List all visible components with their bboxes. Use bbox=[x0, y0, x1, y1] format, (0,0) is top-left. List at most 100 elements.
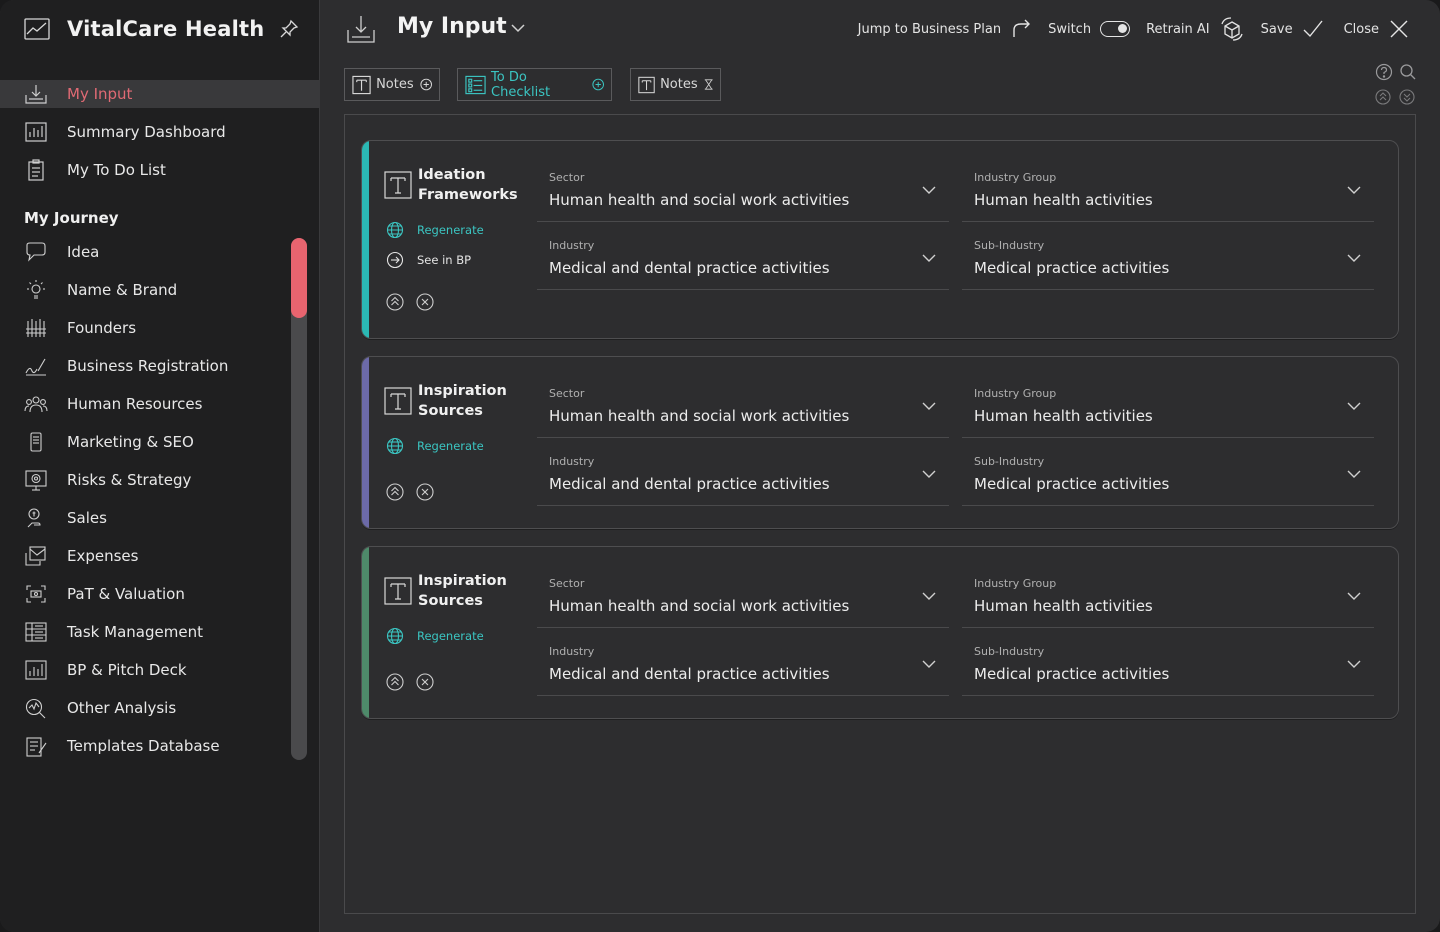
brand: VitalCare Health bbox=[24, 14, 304, 44]
sub-industry-select[interactable]: Sub-Industry Medical practice activities bbox=[962, 444, 1374, 506]
tab-to-do-checklist[interactable]: To Do Checklist bbox=[457, 68, 612, 101]
sidebar-item-my-to-do-list[interactable]: My To Do List bbox=[0, 156, 320, 184]
sidebar-item-templates-database[interactable]: Templates Database bbox=[0, 732, 320, 760]
sub-industry-select[interactable]: Sub-Industry Medical practice activities bbox=[962, 634, 1374, 696]
regenerate-label: Regenerate bbox=[417, 629, 484, 643]
app-title: VitalCare Health bbox=[67, 17, 265, 41]
target-screen-icon bbox=[25, 470, 47, 491]
sidebar-item-label: My To Do List bbox=[67, 161, 166, 179]
industry-group-select[interactable]: Industry Group Human health activities bbox=[962, 376, 1374, 438]
scrollbar-thumb[interactable] bbox=[291, 238, 307, 318]
help-circle-icon[interactable] bbox=[1375, 63, 1393, 81]
field-label: Sub-Industry bbox=[974, 455, 1045, 468]
tab-label: Notes bbox=[376, 77, 414, 92]
sector-select[interactable]: Sector Human health and social work activ… bbox=[537, 160, 949, 222]
collapse-all-icon[interactable] bbox=[1375, 89, 1391, 105]
switch-label: Switch bbox=[1048, 21, 1092, 37]
retrain-ai-button[interactable]: Retrain AI bbox=[1146, 16, 1245, 42]
field-value: Human health activities bbox=[974, 191, 1153, 209]
sidebar-item-human-resources[interactable]: Human Resources bbox=[0, 390, 320, 418]
ai-globe-icon bbox=[386, 627, 404, 645]
sidebar-item-idea[interactable]: Idea bbox=[0, 238, 320, 266]
move-up-icon[interactable] bbox=[386, 293, 404, 311]
clipboard-icon bbox=[28, 159, 44, 181]
tab-label: Notes bbox=[660, 77, 698, 92]
close-circle-icon[interactable] bbox=[416, 293, 434, 311]
redo-arrow-icon bbox=[1013, 19, 1031, 37]
sidebar-item-name-brand[interactable]: Name & Brand bbox=[0, 276, 320, 304]
close-circle-icon[interactable] bbox=[416, 673, 434, 691]
search-icon[interactable] bbox=[1399, 63, 1417, 81]
sidebar-item-sales[interactable]: Sales bbox=[0, 504, 320, 532]
move-up-icon[interactable] bbox=[386, 483, 404, 501]
sidebar-item-task-management[interactable]: Task Management bbox=[0, 618, 320, 646]
jump-to-business-plan-button[interactable]: Jump to Business Plan bbox=[858, 18, 1032, 40]
sidebar-item-my-input[interactable]: My Input bbox=[0, 80, 320, 108]
ai-globe-icon bbox=[386, 437, 404, 455]
field-label: Sub-Industry bbox=[974, 645, 1045, 658]
industry-group-select[interactable]: Industry Group Human health activities bbox=[962, 160, 1374, 222]
field-label: Sector bbox=[549, 171, 585, 184]
download-tray-icon bbox=[25, 85, 47, 104]
sidebar-item-expenses[interactable]: Expenses bbox=[0, 542, 320, 570]
expand-all-icon[interactable] bbox=[1399, 89, 1415, 105]
industry-group-select[interactable]: Industry Group Human health activities bbox=[962, 566, 1374, 628]
sidebar-item-label: Business Registration bbox=[67, 357, 229, 375]
card-title: Inspiration Sources bbox=[418, 383, 507, 419]
save-label: Save bbox=[1260, 21, 1293, 37]
dashboard-chart-icon bbox=[25, 122, 47, 142]
industry-select[interactable]: Industry Medical and dental practice acti… bbox=[537, 444, 949, 506]
sidebar-item-other-analysis[interactable]: Other Analysis bbox=[0, 694, 320, 722]
regenerate-button[interactable]: Regenerate bbox=[386, 627, 484, 645]
card-title: Ideation Frameworks bbox=[418, 167, 518, 203]
download-tray-icon bbox=[347, 16, 375, 43]
sidebar-item-label: Name & Brand bbox=[67, 281, 178, 299]
sidebar-item-business-registration[interactable]: Business Registration bbox=[0, 352, 320, 380]
chevron-down-icon bbox=[1347, 470, 1361, 478]
card-accent-bar bbox=[362, 141, 369, 338]
field-label: Industry Group bbox=[974, 171, 1057, 184]
sidebar-item-founders[interactable]: Founders bbox=[0, 314, 320, 342]
sidebar-item-marketing-seo[interactable]: Marketing & SEO bbox=[0, 428, 320, 456]
sidebar-item-bp-pitch-deck[interactable]: BP & Pitch Deck bbox=[0, 656, 320, 684]
sidebar-item-risks-strategy[interactable]: Risks & Strategy bbox=[0, 466, 320, 494]
see-in-bp-link[interactable]: See in BP bbox=[386, 251, 471, 269]
sub-industry-select[interactable]: Sub-Industry Medical practice activities bbox=[962, 228, 1374, 290]
field-value: Human health and social work activities bbox=[549, 191, 850, 209]
plus-circle-icon[interactable] bbox=[420, 78, 432, 91]
industry-select[interactable]: Industry Medical and dental practice acti… bbox=[537, 634, 949, 696]
sector-select[interactable]: Sector Human health and social work activ… bbox=[537, 566, 949, 628]
template-edit-icon bbox=[26, 737, 47, 757]
pin-icon[interactable] bbox=[278, 18, 300, 40]
receipt-icon bbox=[25, 546, 46, 566]
ai-globe-icon bbox=[386, 221, 404, 239]
regenerate-button[interactable]: Regenerate bbox=[386, 221, 484, 239]
text-box-icon bbox=[638, 76, 655, 93]
input-card: Ideation Frameworks Regenerate See in BP Se… bbox=[361, 140, 1399, 339]
chevron-down-icon bbox=[922, 254, 936, 262]
switch-toggle[interactable]: Switch bbox=[1048, 21, 1131, 37]
tab-notes[interactable]: Notes bbox=[344, 68, 440, 101]
chevron-down-icon[interactable] bbox=[509, 20, 527, 36]
checklist-icon bbox=[465, 75, 486, 94]
move-up-icon[interactable] bbox=[386, 673, 404, 691]
people-group-icon bbox=[26, 319, 46, 337]
plus-circle-icon[interactable] bbox=[591, 78, 604, 91]
close-circle-icon[interactable] bbox=[416, 483, 434, 501]
text-box-icon bbox=[384, 387, 412, 415]
chevron-down-icon bbox=[1347, 660, 1361, 668]
close-button[interactable]: Close bbox=[1344, 18, 1410, 40]
sidebar-item-label: Sales bbox=[67, 509, 107, 527]
regenerate-button[interactable]: Regenerate bbox=[386, 437, 484, 455]
field-value: Medical and dental practice activities bbox=[549, 475, 830, 493]
tab-notes-pending[interactable]: Notes bbox=[630, 68, 721, 101]
sidebar-item-summary-dashboard[interactable]: Summary Dashboard bbox=[0, 118, 320, 146]
save-button[interactable]: Save bbox=[1261, 18, 1324, 40]
section-title-my-journey: My Journey bbox=[24, 209, 119, 227]
sidebar-item-label: Risks & Strategy bbox=[67, 471, 192, 489]
team-icon bbox=[24, 396, 48, 413]
industry-select[interactable]: Industry Medical and dental practice acti… bbox=[537, 228, 949, 290]
sidebar-item-pat-valuation[interactable]: PaT & Valuation bbox=[0, 580, 320, 608]
sector-select[interactable]: Sector Human health and social work activ… bbox=[537, 376, 949, 438]
chevron-down-icon bbox=[1347, 254, 1361, 262]
